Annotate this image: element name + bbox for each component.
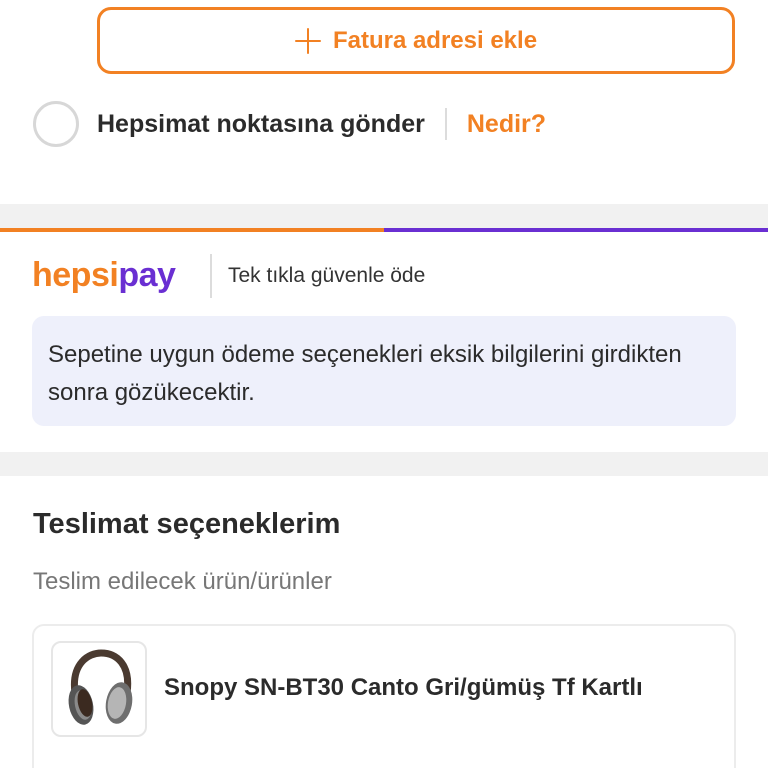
hepsimat-label[interactable]: Hepsimat noktasına gönder <box>97 110 425 139</box>
hepsipay-accent-bar <box>0 228 768 232</box>
product-name[interactable]: Snopy SN-BT30 Canto Gri/gümüş Tf Kartlı <box>164 674 724 702</box>
hepsipay-logo: hepsipay <box>32 256 176 294</box>
hepsipay-tagline: Tek tıkla güvenle öde <box>228 264 426 287</box>
headphones-icon <box>68 649 133 725</box>
address-section: Fatura adresi ekle Hepsimat noktasına gö… <box>0 0 768 204</box>
product-thumbnail[interactable] <box>51 641 147 737</box>
divider <box>210 254 212 298</box>
add-billing-address-label: Fatura adresi ekle <box>332 26 538 54</box>
divider <box>444 108 447 140</box>
payment-info-box: Sepetine uygun ödeme seçenekleri eksik b… <box>32 316 736 426</box>
hepsipay-section: hepsipay Tek tıkla güvenle öde Sepetine … <box>0 228 768 452</box>
add-billing-address-button[interactable]: Fatura adresi ekle <box>97 7 735 74</box>
delivery-title: Teslimat seçeneklerim <box>33 508 341 540</box>
section-separator <box>0 204 768 228</box>
product-card[interactable]: Snopy SN-BT30 Canto Gri/gümüş Tf Kartlı <box>32 624 736 768</box>
delivery-subtitle: Teslim edilecek ürün/ürünler <box>33 568 332 595</box>
delivery-section: Teslimat seçeneklerim Teslim edilecek ür… <box>0 476 768 768</box>
hepsimat-radio[interactable] <box>33 101 79 147</box>
section-separator <box>0 452 768 476</box>
payment-info-text: Sepetine uygun ödeme seçenekleri eksik b… <box>48 341 682 406</box>
hepsimat-option: Hepsimat noktasına gönder Nedir? <box>33 101 546 147</box>
hepsimat-info-link[interactable]: Nedir? <box>467 110 546 139</box>
plus-icon <box>294 27 321 54</box>
